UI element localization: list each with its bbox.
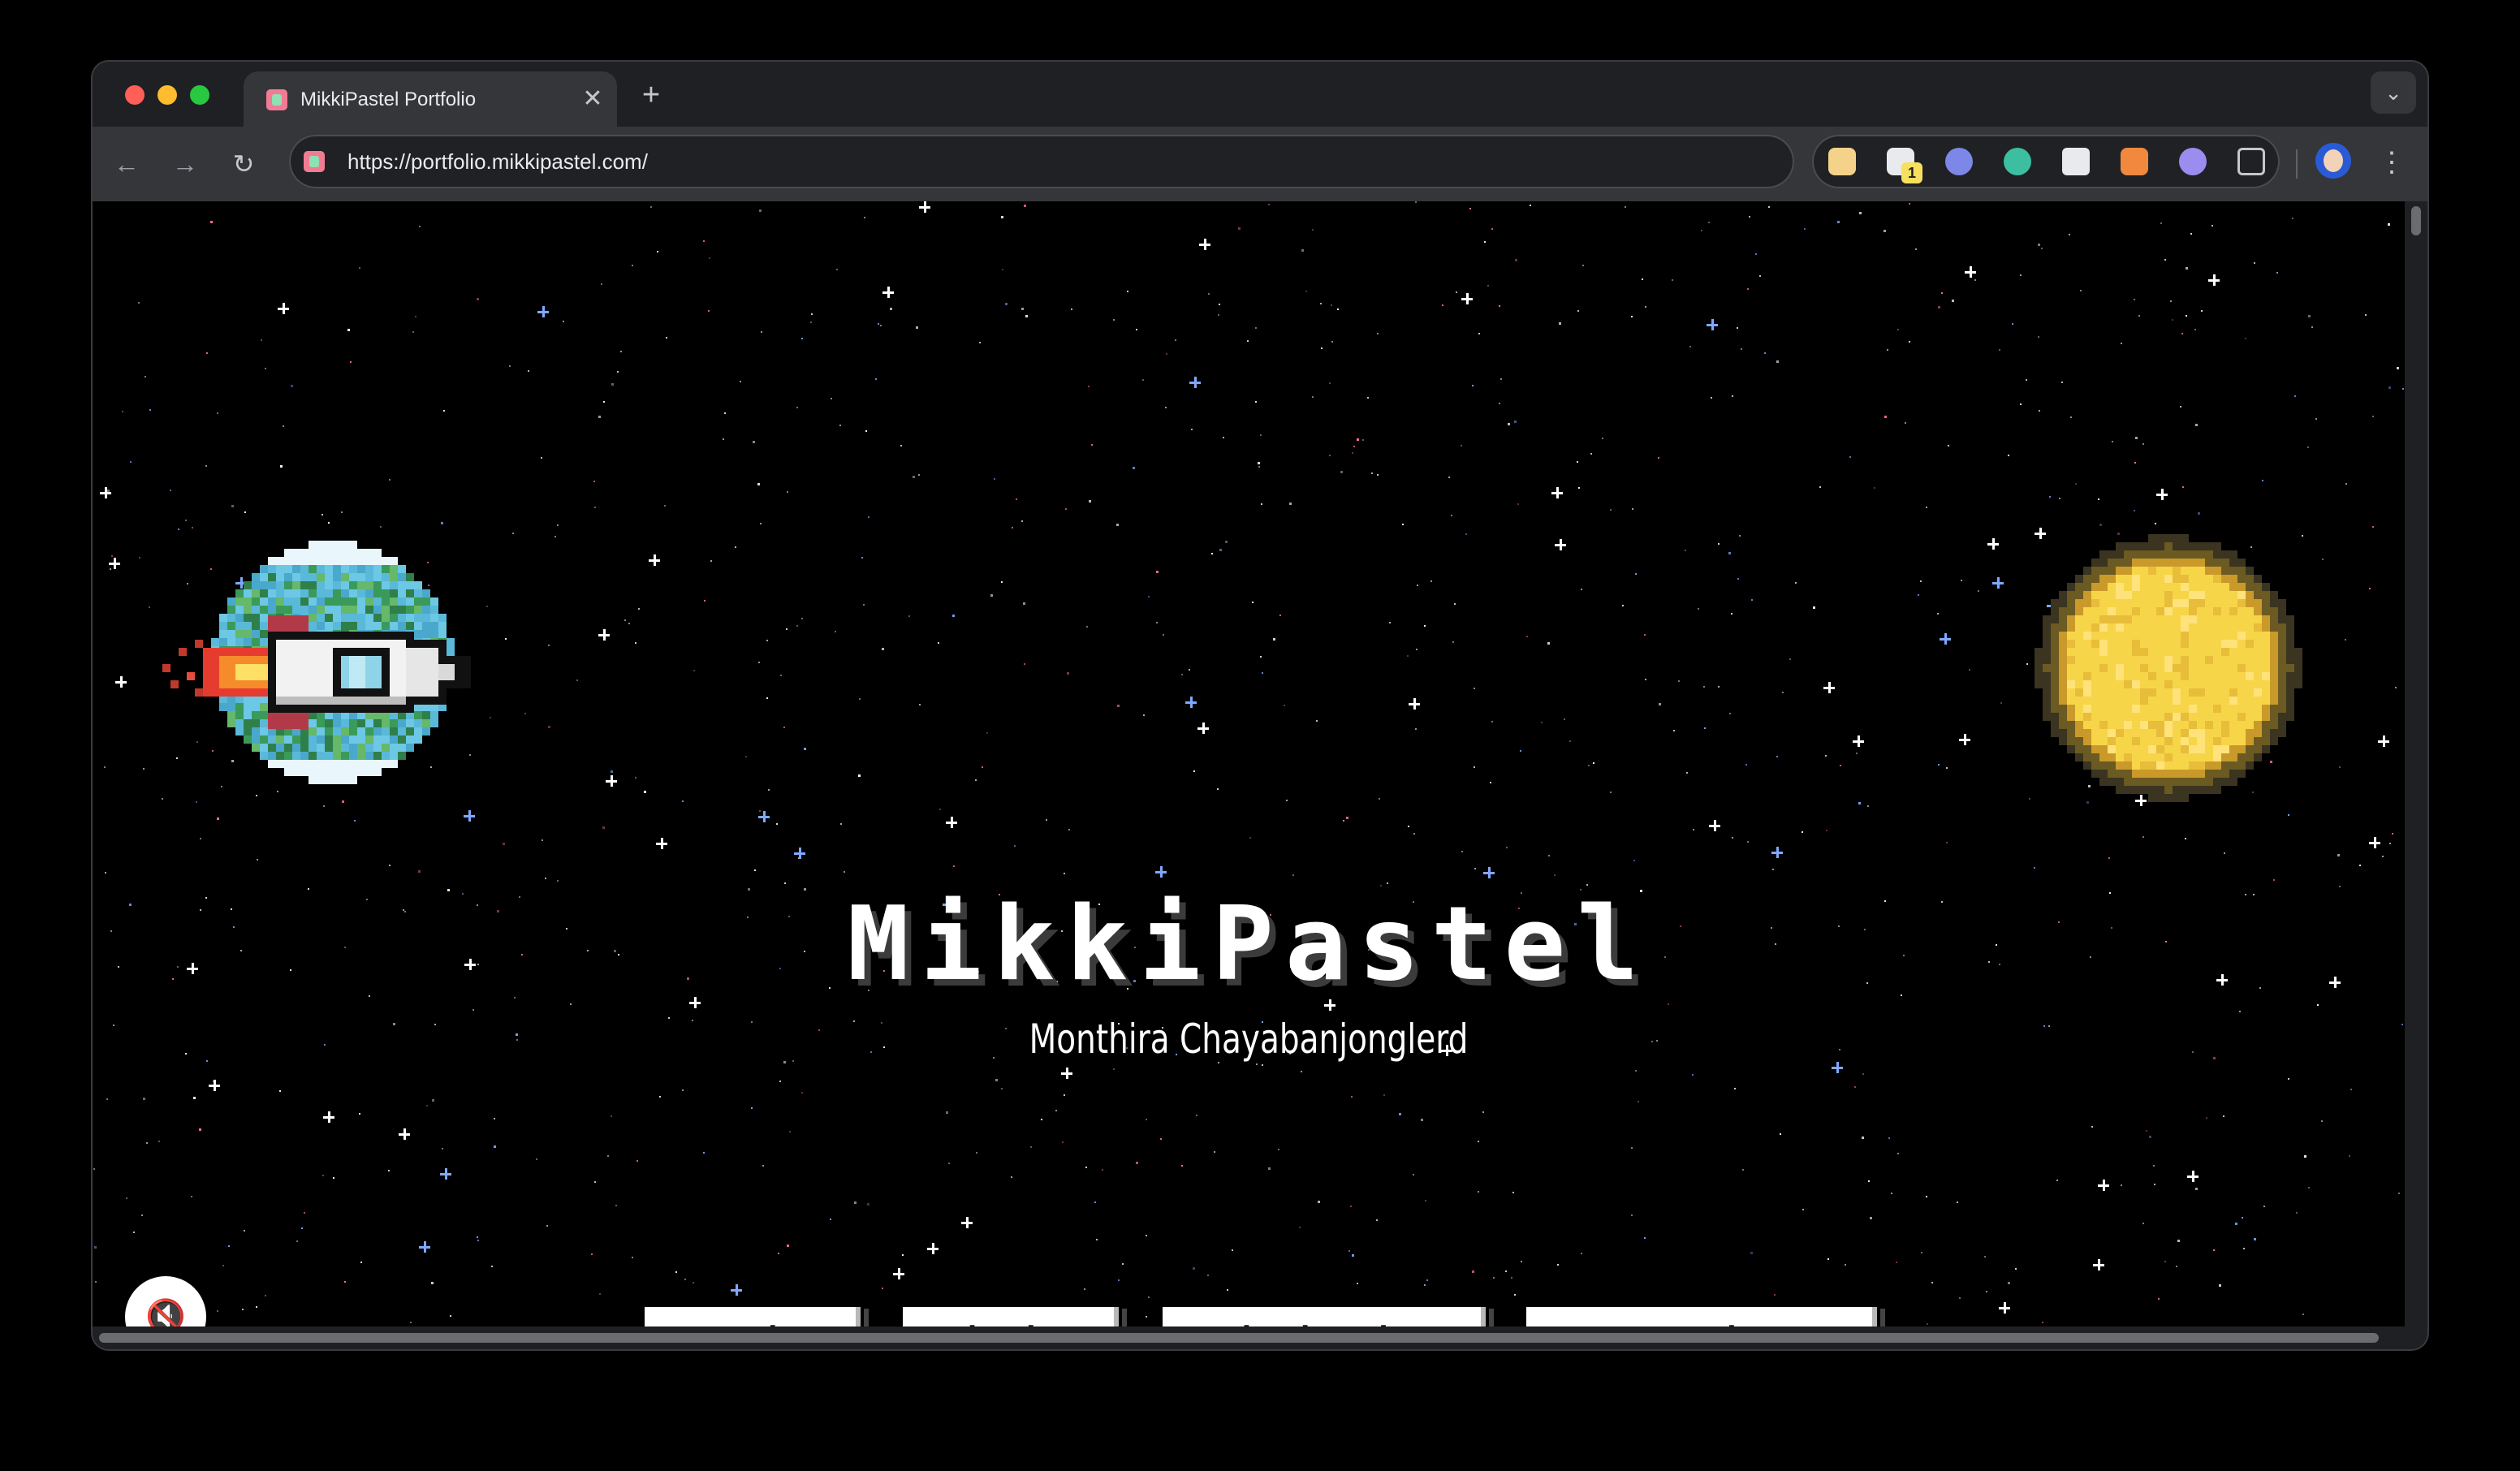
ext-globe-icon[interactable]: [2004, 148, 2031, 175]
cryptominseo-link-button[interactable]: cryptominseo: [1523, 1304, 1880, 1326]
mikkicoding-link-button[interactable]: MikkiCoding: [1159, 1304, 1489, 1326]
tab-mikkipastel-portfolio[interactable]: MikkiPastel Portfolio ✕: [244, 71, 617, 127]
ext-ghost-icon[interactable]: [2179, 148, 2207, 175]
browser-window: MikkiPastel Portfolio ✕ + ⌄ ← → ↻ https:…: [93, 62, 2427, 1349]
favicon-icon: [266, 89, 287, 110]
metamask-fox-icon[interactable]: [2121, 148, 2148, 175]
vertical-scrollbar[interactable]: [2405, 201, 2427, 1326]
extension-badge: 1: [1901, 162, 1922, 183]
biolink-link-button[interactable]: Biolink: [900, 1304, 1122, 1326]
back-button[interactable]: ←: [107, 145, 146, 183]
address-bar[interactable]: https://portfolio.mikkipastel.com/: [289, 135, 1794, 188]
new-tab-button[interactable]: +: [635, 80, 667, 112]
speaker-muted-icon: 🔇: [145, 1299, 186, 1326]
puzzle-icon[interactable]: [2237, 148, 2265, 175]
notion-icon[interactable]: [2062, 148, 2090, 175]
forward-button[interactable]: →: [166, 145, 205, 183]
tab-search-button[interactable]: ⌄: [2371, 71, 2416, 114]
window-minimize-button[interactable]: [158, 85, 177, 105]
tab-strip: MikkiPastel Portfolio ✕ + ⌄: [93, 62, 2427, 127]
profile-avatar[interactable]: [2315, 143, 2351, 179]
page-viewport: MikkiPastel Monthira Chayabanjonglerd 🔇 …: [93, 201, 2405, 1326]
rocket-ship: [162, 615, 471, 729]
horizontal-scrollbar[interactable]: [93, 1326, 2427, 1349]
ext-blob-icon[interactable]: [1945, 148, 1973, 175]
desktop: MikkiPastel Portfolio ✕ + ⌄ ← → ↻ https:…: [0, 0, 2520, 1471]
sun-planet: [2035, 534, 2302, 802]
ext-dog-icon[interactable]: [1828, 148, 1856, 175]
site-info-icon[interactable]: [304, 151, 325, 172]
ext-shield-icon[interactable]: 1: [1887, 148, 1922, 183]
tab-title: MikkiPastel Portfolio: [300, 88, 477, 110]
toolbar-divider: [2296, 149, 2298, 179]
tab-close-icon[interactable]: ✕: [580, 87, 606, 113]
url-text[interactable]: https://portfolio.mikkipastel.com/: [347, 148, 648, 175]
horizontal-scrollbar-thumb[interactable]: [99, 1333, 2379, 1343]
browser-menu-button[interactable]: ⋮: [2375, 143, 2408, 182]
extensions-bar: 1: [1812, 135, 2280, 188]
window-close-button[interactable]: [125, 85, 145, 105]
website-link-button[interactable]: Website: [641, 1304, 864, 1326]
window-maximize-button[interactable]: [190, 85, 209, 105]
page-subtitle: Monthira Chayabanjonglerd: [1029, 1016, 1469, 1063]
page-title: MikkiPastel: [847, 884, 1651, 1003]
reload-button[interactable]: ↻: [224, 145, 263, 183]
browser-toolbar: ← → ↻ https://portfolio.mikkipastel.com/…: [93, 127, 2427, 201]
vertical-scrollbar-thumb[interactable]: [2411, 206, 2421, 235]
